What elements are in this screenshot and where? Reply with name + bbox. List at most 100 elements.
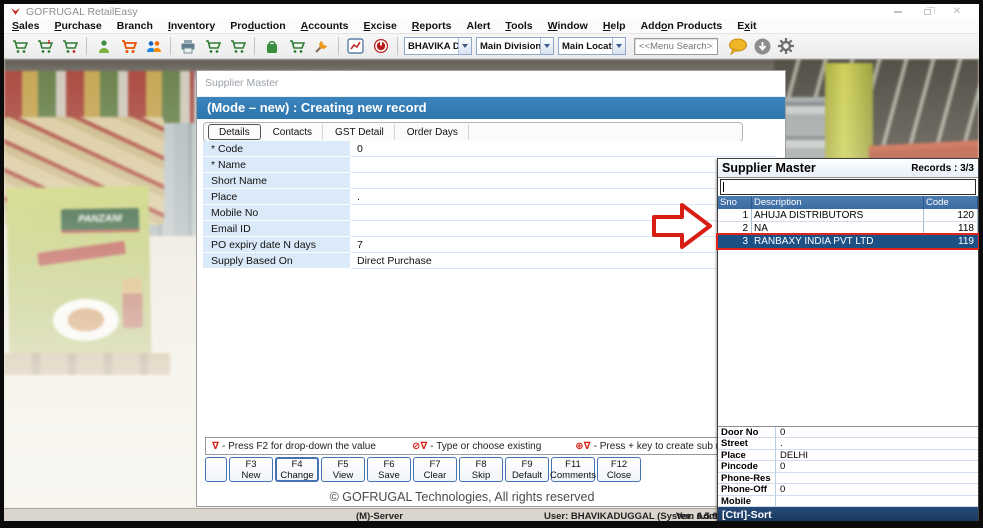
- reports-chart-icon[interactable]: [344, 36, 367, 57]
- code-field[interactable]: 0: [351, 141, 777, 157]
- type-choose-hint-icon: ⊘∇: [412, 441, 427, 452]
- cell-code: 118: [924, 222, 978, 235]
- short-name-field[interactable]: [351, 173, 777, 189]
- menu-exit[interactable]: Exit: [737, 20, 756, 32]
- tools-wrench-icon[interactable]: [310, 36, 333, 57]
- tab-gst-detail[interactable]: GST Detail: [325, 124, 395, 140]
- f9-default-button[interactable]: F9Default: [505, 457, 549, 482]
- power-off-icon[interactable]: [369, 36, 392, 57]
- sales-cart-icon[interactable]: [8, 36, 31, 57]
- text-caret: [723, 182, 724, 192]
- po-expiry-label: PO expiry date N days: [203, 237, 351, 253]
- f7-clear-button[interactable]: F7Clear: [413, 457, 457, 482]
- printer-icon[interactable]: [176, 36, 199, 57]
- f5-view-button[interactable]: F5View: [321, 457, 365, 482]
- cart-icon[interactable]: [285, 36, 308, 57]
- purchase-cart-icon[interactable]: [33, 36, 56, 57]
- menu-purchase[interactable]: Purchase: [54, 20, 101, 32]
- cell-code: 120: [924, 209, 978, 222]
- cell-sno: 1: [718, 209, 752, 222]
- cart-icon[interactable]: [226, 36, 249, 57]
- customers-people-icon[interactable]: [142, 36, 165, 57]
- restore-icon[interactable]: [924, 9, 931, 15]
- street-value: .: [776, 438, 978, 450]
- table-row[interactable]: 2 NA 118: [718, 222, 978, 235]
- return-cart-icon[interactable]: [58, 36, 81, 57]
- toolbar-separator: [86, 37, 87, 55]
- f11-comments-button[interactable]: F11Comments: [551, 457, 595, 482]
- user-combobox[interactable]: BHAVIKA DUGG: [404, 37, 472, 55]
- f8-skip-button[interactable]: F8Skip: [459, 457, 503, 482]
- f4-change-button[interactable]: F4Change: [275, 457, 319, 482]
- division-combobox[interactable]: Main Division: [476, 37, 554, 55]
- mobile-no-label: Mobile No: [203, 205, 351, 221]
- menu-production[interactable]: Production: [230, 20, 285, 32]
- menu-alert[interactable]: Alert: [466, 20, 490, 32]
- chat-bubble-icon[interactable]: [728, 38, 748, 55]
- sno-column-header[interactable]: Sno: [718, 196, 752, 209]
- table-row[interactable]: 1 AHUJA DISTRIBUTORS 120: [718, 209, 978, 222]
- chevron-down-icon[interactable]: [540, 38, 553, 54]
- phone-off-label: Phone-Off: [718, 484, 776, 496]
- close-icon[interactable]: ✕: [953, 5, 961, 18]
- f3-new-button[interactable]: F3New: [229, 457, 273, 482]
- menu-reports[interactable]: Reports: [412, 20, 452, 32]
- download-icon[interactable]: [754, 38, 771, 55]
- tab-order-days[interactable]: Order Days: [397, 124, 469, 140]
- lookup-header: Supplier Master Records : 3/3: [718, 159, 978, 178]
- supplier-lookup-panel: Supplier Master Records : 3/3 Sno Descri…: [717, 158, 979, 521]
- ctrl-sort-bar: [Ctrl]-Sort: [718, 507, 978, 521]
- app-logo-icon: [10, 6, 21, 17]
- supplier-filter-input[interactable]: [720, 179, 976, 195]
- pincode-label: Pincode: [718, 461, 776, 473]
- toolbar: BHAVIKA DUGG Main Division Main Location: [4, 34, 979, 59]
- chevron-down-icon[interactable]: [458, 38, 471, 54]
- minimize-icon[interactable]: [894, 11, 902, 13]
- cell-description: AHUJA DISTRIBUTORS: [752, 209, 924, 222]
- form-row: Short Name: [203, 173, 777, 189]
- lookup-title: Supplier Master: [722, 161, 816, 175]
- cell-sno: 2: [718, 222, 752, 235]
- tab-strip: Details Contacts GST Detail Order Days: [203, 122, 743, 142]
- street-label: Street: [718, 438, 776, 450]
- form-row: * Code0: [203, 141, 777, 157]
- table-row-selected[interactable]: 3 RANBAXY INDIA PVT LTD 119: [718, 235, 978, 248]
- cell-sno: 3: [718, 235, 752, 248]
- buy-cart-icon[interactable]: [117, 36, 140, 57]
- menubar: Sales Purchase Branch Inventory Producti…: [4, 19, 979, 34]
- menu-inventory[interactable]: Inventory: [168, 20, 215, 32]
- stock-bag-icon[interactable]: [260, 36, 283, 57]
- table-header-row: Sno Description Code: [718, 196, 978, 209]
- f6-save-button[interactable]: F6Save: [367, 457, 411, 482]
- menu-tools[interactable]: Tools: [505, 20, 532, 32]
- menu-branch[interactable]: Branch: [117, 20, 153, 32]
- tab-contacts[interactable]: Contacts: [263, 124, 323, 140]
- chevron-down-icon[interactable]: [612, 38, 625, 54]
- phone-off-value: 0: [776, 484, 978, 496]
- hint-text: - Type or choose existing: [430, 441, 541, 452]
- menu-sales[interactable]: Sales: [12, 20, 39, 32]
- cell-description: RANBAXY INDIA PVT LTD: [752, 235, 924, 248]
- menu-search-input[interactable]: [634, 38, 718, 55]
- app-title: GOFRUGAL RetailEasy: [26, 6, 138, 18]
- menu-accounts[interactable]: Accounts: [301, 20, 349, 32]
- fkey-blank-button[interactable]: [205, 457, 227, 482]
- name-field[interactable]: [351, 157, 777, 173]
- menu-help[interactable]: Help: [603, 20, 626, 32]
- code-column-header[interactable]: Code: [924, 196, 978, 209]
- app-window: GOFRUGAL RetailEasy ✕ Sales Purchase Bra…: [4, 4, 979, 521]
- supplier-person-icon[interactable]: [92, 36, 115, 57]
- menu-addon-products[interactable]: Addon Products: [641, 20, 723, 32]
- location-combobox[interactable]: Main Location: [558, 37, 626, 55]
- description-column-header[interactable]: Description: [752, 196, 924, 209]
- f12-close-button[interactable]: F12Close: [597, 457, 641, 482]
- menu-excise[interactable]: Excise: [364, 20, 397, 32]
- supply-based-on-field[interactable]: Direct Purchase: [351, 253, 777, 269]
- cell-code: 119: [924, 235, 978, 248]
- cell-description: NA: [752, 222, 924, 235]
- toolbar-separator: [338, 37, 339, 55]
- tab-details[interactable]: Details: [208, 124, 261, 140]
- menu-window[interactable]: Window: [548, 20, 588, 32]
- cart-icon[interactable]: [201, 36, 224, 57]
- settings-gear-icon[interactable]: [777, 37, 795, 55]
